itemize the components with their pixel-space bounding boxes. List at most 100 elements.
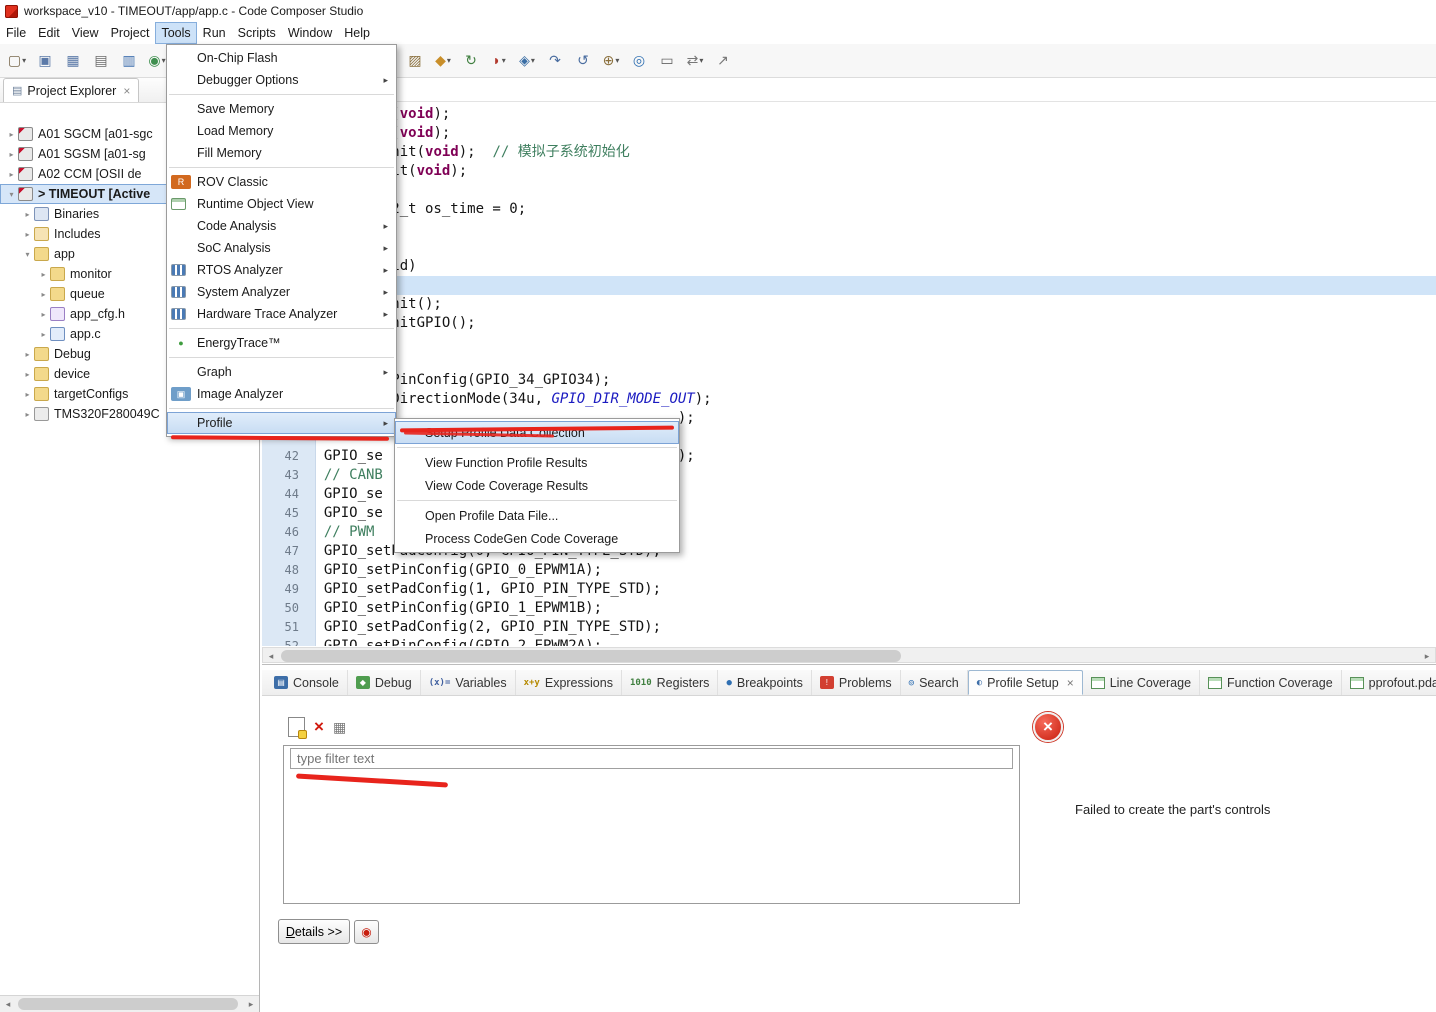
menu-scripts[interactable]: Scripts (232, 22, 282, 44)
explorer-h-scrollbar[interactable]: ◂ ▸ (0, 995, 259, 1012)
expander-icon[interactable]: ▸ (22, 370, 33, 379)
tab-search[interactable]: ◎ Search (901, 670, 968, 695)
tab-function-coverage[interactable]: Function Coverage (1200, 670, 1342, 695)
breakpoints-tab-icon: ● (726, 677, 732, 688)
menu-run[interactable]: Run (197, 22, 232, 44)
tab-expressions[interactable]: x+y Expressions (516, 670, 622, 695)
expander-icon[interactable]: ▸ (22, 230, 33, 239)
expander-icon[interactable]: ▾ (6, 190, 17, 199)
close-icon[interactable]: × (1067, 676, 1074, 690)
menu-item-on-chip-flash[interactable]: On-Chip Flash (167, 47, 396, 69)
dropdown-arrow-icon[interactable]: ▾ (447, 56, 451, 65)
expander-icon[interactable]: ▸ (6, 170, 17, 179)
menu-item-save-memory[interactable]: Save Memory (167, 98, 396, 120)
expander-icon[interactable]: ▸ (22, 350, 33, 359)
tab-console[interactable]: ▤ Console (266, 670, 348, 695)
menu-item-fill-memory[interactable]: Fill Memory (167, 142, 396, 164)
filter-input[interactable] (290, 748, 1013, 769)
expander-icon[interactable]: ▸ (38, 290, 49, 299)
tab-problems[interactable]: ! Problems (812, 670, 901, 695)
delete-configuration-button[interactable]: × (314, 718, 324, 735)
expander-icon[interactable]: ▸ (38, 310, 49, 319)
close-icon[interactable]: × (123, 84, 130, 98)
step-over-icon[interactable]: ↷ (542, 48, 568, 72)
menu-item-rtos-analyzer[interactable]: RTOS Analyzer ▸ (167, 259, 396, 281)
dropdown-arrow-icon[interactable]: ▾ (22, 56, 26, 65)
tab-registers[interactable]: 1010 Registers (622, 670, 719, 695)
search-icon[interactable]: ◎ (626, 48, 652, 72)
scrollbar-thumb[interactable] (18, 998, 238, 1010)
last-edit-icon[interactable]: ↗ (710, 48, 736, 72)
expander-icon[interactable]: ▾ (22, 250, 33, 259)
menu-item-view-code-coverage-results[interactable]: View Code Coverage Results (395, 474, 679, 497)
tab-variables[interactable]: (x)= Variables (421, 670, 516, 695)
expander-icon[interactable]: ▸ (6, 150, 17, 159)
menu-item-hardware-trace-analyzer[interactable]: Hardware Trace Analyzer ▸ (167, 303, 396, 325)
dropdown-arrow-icon[interactable]: ▾ (615, 56, 619, 65)
menu-item-system-analyzer[interactable]: System Analyzer ▸ (167, 281, 396, 303)
menu-item-debugger-options[interactable]: Debugger Options ▸ (167, 69, 396, 91)
expander-icon[interactable]: ▸ (38, 270, 49, 279)
dropdown-arrow-icon[interactable]: ▾ (699, 56, 703, 65)
editor-h-scrollbar[interactable]: ◂ ▸ (262, 647, 1436, 663)
menu-item-process-codegen-code-coverage[interactable]: Process CodeGen Code Coverage (395, 527, 679, 550)
menu-file[interactable]: File (0, 22, 32, 44)
configuration-list-box[interactable] (283, 745, 1020, 904)
details-button[interactable]: Details >> (278, 919, 350, 944)
tab-pprofout-pdat[interactable]: pprofout.pdat (1342, 670, 1436, 695)
scroll-left-icon[interactable]: ◂ (0, 997, 16, 1012)
save-all-icon[interactable]: ▦ (60, 48, 86, 72)
tab-profile-setup[interactable]: ◐ Profile Setup × (967, 670, 1083, 695)
tab-project-explorer[interactable]: ▤ Project Explorer × (3, 78, 140, 102)
refresh-icon[interactable]: ↻ (458, 48, 484, 72)
fill-color-icon[interactable]: ◆ ▾ (430, 48, 456, 72)
build-hammer-icon[interactable]: ⊕ ▾ (598, 48, 624, 72)
menu-view[interactable]: View (66, 22, 105, 44)
clean-icon[interactable]: ▨ (402, 48, 428, 72)
new-console-icon[interactable]: ▥ (116, 48, 142, 72)
dropdown-arrow-icon[interactable]: ▾ (502, 56, 506, 65)
expander-icon[interactable]: ▸ (22, 410, 33, 419)
paint-icon[interactable]: ◗ ▾ (486, 48, 512, 72)
error-log-button[interactable]: ◉ (354, 920, 379, 944)
new-window-icon[interactable]: ▭ (654, 48, 680, 72)
menu-item-image-analyzer[interactable]: ▣ Image Analyzer (167, 383, 396, 405)
menu-item-runtime-object-view[interactable]: Runtime Object View (167, 193, 396, 215)
menu-item-open-profile-data-file[interactable]: Open Profile Data File... (395, 504, 679, 527)
menu-window[interactable]: Window (282, 22, 338, 44)
tab-debug[interactable]: ◆ Debug (348, 670, 421, 695)
menu-help[interactable]: Help (338, 22, 376, 44)
menu-item-load-memory[interactable]: Load Memory (167, 120, 396, 142)
scroll-right-icon[interactable]: ▸ (1419, 649, 1435, 664)
menu-item-soc-analysis[interactable]: SoC Analysis ▸ (167, 237, 396, 259)
menu-item-energytrace[interactable]: ● EnergyTrace™ (167, 332, 396, 354)
dropdown-arrow-icon[interactable]: ▾ (531, 56, 535, 65)
menu-item-profile[interactable]: Profile ▸ (167, 412, 396, 434)
tab-line-coverage[interactable]: Line Coverage (1083, 670, 1201, 695)
code-editor[interactable]: (void); (void); Init(void); // 模拟子系统初始化 … (262, 102, 1436, 646)
menu-item-view-function-profile-results[interactable]: View Function Profile Results (395, 451, 679, 474)
expander-icon[interactable]: ▸ (38, 330, 49, 339)
new-file-icon[interactable]: ▢ ▾ (4, 48, 30, 72)
print-icon[interactable]: ▤ (88, 48, 114, 72)
tab-breakpoints[interactable]: ● Breakpoints (718, 670, 812, 695)
menu-item-graph[interactable]: Graph ▸ (167, 361, 396, 383)
menu-edit[interactable]: Edit (32, 22, 66, 44)
restart-icon[interactable]: ↺ (570, 48, 596, 72)
copy-configuration-button[interactable]: ▦ (333, 719, 346, 736)
expander-icon[interactable]: ▸ (22, 390, 33, 399)
menu-project[interactable]: Project (105, 22, 156, 44)
new-configuration-button[interactable] (288, 717, 307, 739)
expander-icon[interactable]: ▸ (22, 210, 33, 219)
menu-item-code-analysis[interactable]: Code Analysis ▸ (167, 215, 396, 237)
save-icon[interactable]: ▣ (32, 48, 58, 72)
scroll-left-icon[interactable]: ◂ (263, 649, 279, 664)
dropdown-arrow-icon[interactable]: ▾ (162, 56, 166, 65)
menu-item-rov-classic[interactable]: R ROV Classic (167, 171, 396, 193)
scrollbar-thumb[interactable] (281, 650, 901, 662)
link-editor-icon[interactable]: ⇄ ▾ (682, 48, 708, 72)
debug-flash-icon[interactable]: ◈ ▾ (514, 48, 540, 72)
expander-icon[interactable]: ▸ (6, 130, 17, 139)
scroll-right-icon[interactable]: ▸ (243, 997, 259, 1012)
menu-tools[interactable]: Tools (155, 22, 197, 44)
